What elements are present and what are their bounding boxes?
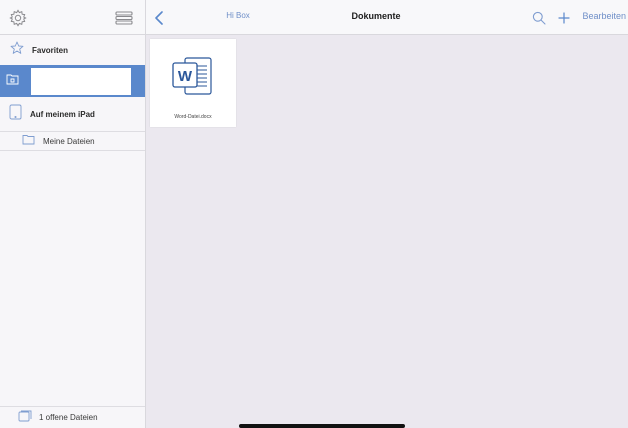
file-tile[interactable]: W Word-Datei.docx bbox=[150, 39, 236, 127]
gear-icon[interactable] bbox=[8, 8, 28, 28]
star-icon bbox=[10, 41, 24, 60]
sidebar-item-box[interactable] bbox=[0, 65, 145, 97]
sidebar-item-my-files[interactable]: Meine Dateien bbox=[0, 131, 145, 151]
box-name-input[interactable] bbox=[31, 67, 131, 95]
app-window: Hi Box Dokumente Bearbeiten Favoriten Au… bbox=[0, 0, 628, 428]
sidebar-item-label: Favoriten bbox=[32, 45, 69, 55]
search-icon[interactable] bbox=[530, 8, 548, 28]
page-title: Dokumente bbox=[351, 11, 401, 21]
plus-icon[interactable] bbox=[556, 8, 572, 28]
svg-text:W: W bbox=[178, 68, 193, 85]
sidebar-toolbar bbox=[0, 0, 146, 35]
chevron-left-icon[interactable] bbox=[150, 8, 168, 28]
sidebar-item-on-my-ipad[interactable]: Auf meinem iPad bbox=[0, 103, 145, 125]
home-indicator[interactable] bbox=[239, 424, 405, 428]
list-icon[interactable] bbox=[114, 9, 134, 27]
back-button[interactable]: Hi Box bbox=[218, 11, 258, 20]
navigation-bar: Hi Box Dokumente Bearbeiten bbox=[146, 0, 628, 35]
sidebar-item-favorites[interactable]: Favoriten bbox=[0, 39, 145, 61]
ipad-icon bbox=[9, 104, 22, 125]
word-document-icon: W bbox=[171, 55, 215, 104]
file-name: Word-Datei.docx bbox=[174, 114, 212, 120]
open-files-footer[interactable]: 1 offene Dateien bbox=[0, 406, 145, 428]
box-folder-icon bbox=[6, 72, 19, 90]
edit-button[interactable]: Bearbeiten bbox=[582, 11, 626, 21]
sidebar: Favoriten Auf meinem iPad Meine Dateien … bbox=[0, 35, 146, 428]
open-files-label: 1 offene Dateien bbox=[39, 413, 98, 422]
tabs-icon bbox=[18, 409, 32, 427]
sidebar-item-label: Meine Dateien bbox=[43, 136, 95, 146]
sidebar-item-label: Auf meinem iPad bbox=[30, 109, 95, 119]
folder-icon bbox=[22, 132, 35, 150]
